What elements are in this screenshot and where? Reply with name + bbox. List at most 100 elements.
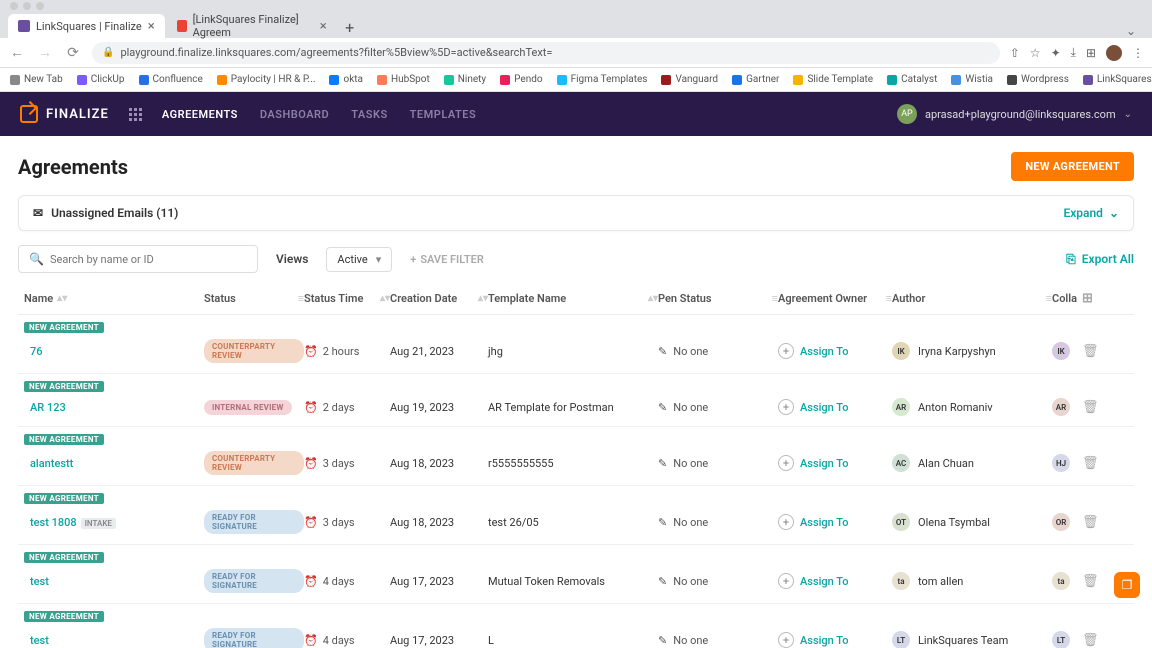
trash-icon[interactable]: 🗑 bbox=[1082, 574, 1099, 589]
share-icon[interactable]: ⇧ bbox=[1010, 46, 1020, 60]
col-status-time[interactable]: Status Time▴▾ bbox=[304, 292, 390, 305]
clock-icon: ⏰ bbox=[304, 516, 318, 529]
bookmark-item[interactable]: HubSpot bbox=[377, 74, 430, 85]
search-field[interactable] bbox=[50, 253, 247, 266]
extensions-icon[interactable]: ✦ bbox=[1051, 46, 1061, 60]
trash-icon[interactable]: 🗑 bbox=[1082, 400, 1099, 415]
back-icon[interactable]: ← bbox=[8, 44, 26, 61]
bookmark-label: Ninety bbox=[458, 74, 486, 85]
assign-owner-button[interactable]: +Assign To bbox=[778, 514, 892, 530]
reload-icon[interactable]: ⟳ bbox=[64, 45, 82, 61]
new-agreement-button[interactable]: NEW AGREEMENT bbox=[1011, 152, 1134, 181]
collaborator-avatar: OR bbox=[1052, 513, 1070, 531]
floating-action-button[interactable]: ❐ bbox=[1114, 572, 1140, 598]
creation-date: Aug 19, 2023 bbox=[390, 401, 488, 414]
view-dropdown[interactable]: Active ▾ bbox=[326, 247, 392, 272]
bookmark-icon bbox=[77, 75, 87, 85]
assign-owner-button[interactable]: +Assign To bbox=[778, 632, 892, 648]
window-titlebar bbox=[0, 0, 1152, 12]
app-switcher-icon[interactable] bbox=[129, 108, 142, 121]
bookmark-item[interactable]: Confluence bbox=[139, 74, 203, 85]
agreement-name-link[interactable]: test 1808 bbox=[24, 516, 77, 529]
nav-link-tasks[interactable]: TASKS bbox=[351, 108, 387, 121]
menu-icon[interactable]: ⋮ bbox=[1132, 46, 1144, 60]
traffic-light-max[interactable] bbox=[36, 2, 44, 10]
bookmark-item[interactable]: New Tab bbox=[10, 74, 63, 85]
close-icon[interactable]: × bbox=[320, 19, 327, 34]
author-avatar: IK bbox=[892, 342, 910, 360]
agreement-name-link[interactable]: alantestt bbox=[24, 457, 73, 470]
table-header: Name▴▾ Status≡ Status Time▴▾ Creation Da… bbox=[18, 283, 1134, 315]
template-name: r5555555555 bbox=[488, 457, 658, 470]
bookmark-item[interactable]: Slide Template bbox=[793, 74, 873, 85]
assign-to-label: Assign To bbox=[800, 516, 848, 529]
bookmark-item[interactable]: Ninety bbox=[444, 74, 486, 85]
download-icon[interactable]: ⤓ bbox=[1071, 45, 1076, 60]
tab-title: LinkSquares | Finalize bbox=[36, 20, 142, 33]
agreement-name-link[interactable]: AR 123 bbox=[24, 401, 66, 414]
author-name: tom allen bbox=[918, 575, 963, 588]
user-menu[interactable]: AP aprasad+playground@linksquares.com ⌄ bbox=[897, 104, 1132, 124]
traffic-light-min[interactable] bbox=[23, 2, 31, 10]
bookmark-icon bbox=[500, 75, 510, 85]
bookmark-item[interactable]: Figma Templates bbox=[557, 74, 648, 85]
agreement-name-link[interactable]: test bbox=[24, 634, 49, 647]
col-settings-button[interactable]: ⊞ bbox=[1082, 291, 1112, 306]
col-creation[interactable]: Creation Date▴▾ bbox=[390, 292, 488, 305]
save-filter-button[interactable]: + SAVE FILTER bbox=[410, 253, 484, 266]
profile-avatar[interactable] bbox=[1106, 45, 1122, 61]
bookmark-label: Wistia bbox=[965, 74, 993, 85]
col-pen[interactable]: Pen Status≡ bbox=[658, 292, 778, 305]
browser-tab[interactable]: LinkSquares | Finalize × bbox=[8, 14, 165, 38]
nav-link-templates[interactable]: TEMPLATES bbox=[410, 108, 477, 121]
assign-owner-button[interactable]: +Assign To bbox=[778, 399, 892, 415]
status-time: 4 days bbox=[323, 575, 355, 588]
bookmark-item[interactable]: Wordpress bbox=[1007, 74, 1069, 85]
assign-owner-button[interactable]: +Assign To bbox=[778, 573, 892, 589]
col-colla[interactable]: Colla bbox=[1052, 292, 1082, 305]
col-template[interactable]: Template Name▴▾ bbox=[488, 292, 658, 305]
bookmark-item[interactable]: Pendo bbox=[500, 74, 542, 85]
export-icon: ⎘ bbox=[1066, 252, 1076, 267]
bookmark-icon bbox=[557, 75, 567, 85]
new-tab-button[interactable]: + bbox=[339, 16, 361, 38]
assign-owner-button[interactable]: +Assign To bbox=[778, 343, 892, 359]
agreement-name-link[interactable]: 76 bbox=[24, 345, 43, 358]
nav-link-agreements[interactable]: AGREEMENTS bbox=[162, 108, 238, 121]
bookmark-item[interactable]: LinkSquares bbox=[1083, 74, 1152, 85]
star-icon[interactable]: ☆ bbox=[1030, 46, 1041, 60]
nav-link-dashboard[interactable]: DASHBOARD bbox=[260, 108, 329, 121]
bookmark-item[interactable]: Paylocity | HR & P... bbox=[217, 74, 316, 85]
trash-icon[interactable]: 🗑 bbox=[1082, 456, 1099, 471]
col-owner[interactable]: Agreement Owner≡ bbox=[778, 292, 892, 305]
tab-overflow-icon[interactable]: ⌄ bbox=[1118, 24, 1144, 38]
table-row: NEW AGREEMENT76COUNTERPARTY REVIEW⏰2 hou… bbox=[18, 315, 1134, 374]
bookmark-item[interactable]: Vanguard bbox=[661, 74, 718, 85]
expand-banner-button[interactable]: Expand ⌄ bbox=[1063, 206, 1119, 220]
trash-icon[interactable]: 🗑 bbox=[1082, 515, 1099, 530]
url-field[interactable]: 🔒 playground.finalize.linksquares.com/ag… bbox=[92, 42, 1000, 64]
export-all-button[interactable]: ⎘ Export All bbox=[1066, 252, 1134, 267]
search-input[interactable]: 🔍 bbox=[18, 245, 258, 273]
bookmark-item[interactable]: Wistia bbox=[951, 74, 993, 85]
bookmark-item[interactable]: okta bbox=[329, 74, 362, 85]
col-status[interactable]: Status≡ bbox=[204, 292, 304, 305]
browser-tab[interactable]: [LinkSquares Finalize] Agreem× bbox=[167, 14, 337, 38]
traffic-light-close[interactable] bbox=[10, 2, 18, 10]
bookmark-item[interactable]: Catalyst bbox=[887, 74, 937, 85]
bookmark-item[interactable]: Gartner bbox=[732, 74, 779, 85]
active-view: Active bbox=[337, 253, 367, 266]
apps-icon[interactable]: ⊞ bbox=[1086, 46, 1096, 60]
agreement-name-link[interactable]: test bbox=[24, 575, 49, 588]
bookmark-item[interactable]: ClickUp bbox=[77, 74, 125, 85]
trash-icon[interactable]: 🗑 bbox=[1082, 344, 1099, 359]
close-icon[interactable]: × bbox=[148, 19, 155, 34]
col-author[interactable]: Author≡ bbox=[892, 292, 1052, 305]
trash-icon[interactable]: 🗑 bbox=[1082, 633, 1099, 648]
col-name[interactable]: Name▴▾ bbox=[24, 292, 204, 305]
mail-icon: ✉ bbox=[33, 206, 43, 220]
forward-icon[interactable]: → bbox=[36, 44, 54, 61]
template-name: Mutual Token Removals bbox=[488, 575, 658, 588]
assign-owner-button[interactable]: +Assign To bbox=[778, 455, 892, 471]
brand-logo[interactable]: FINALIZE bbox=[20, 105, 109, 123]
